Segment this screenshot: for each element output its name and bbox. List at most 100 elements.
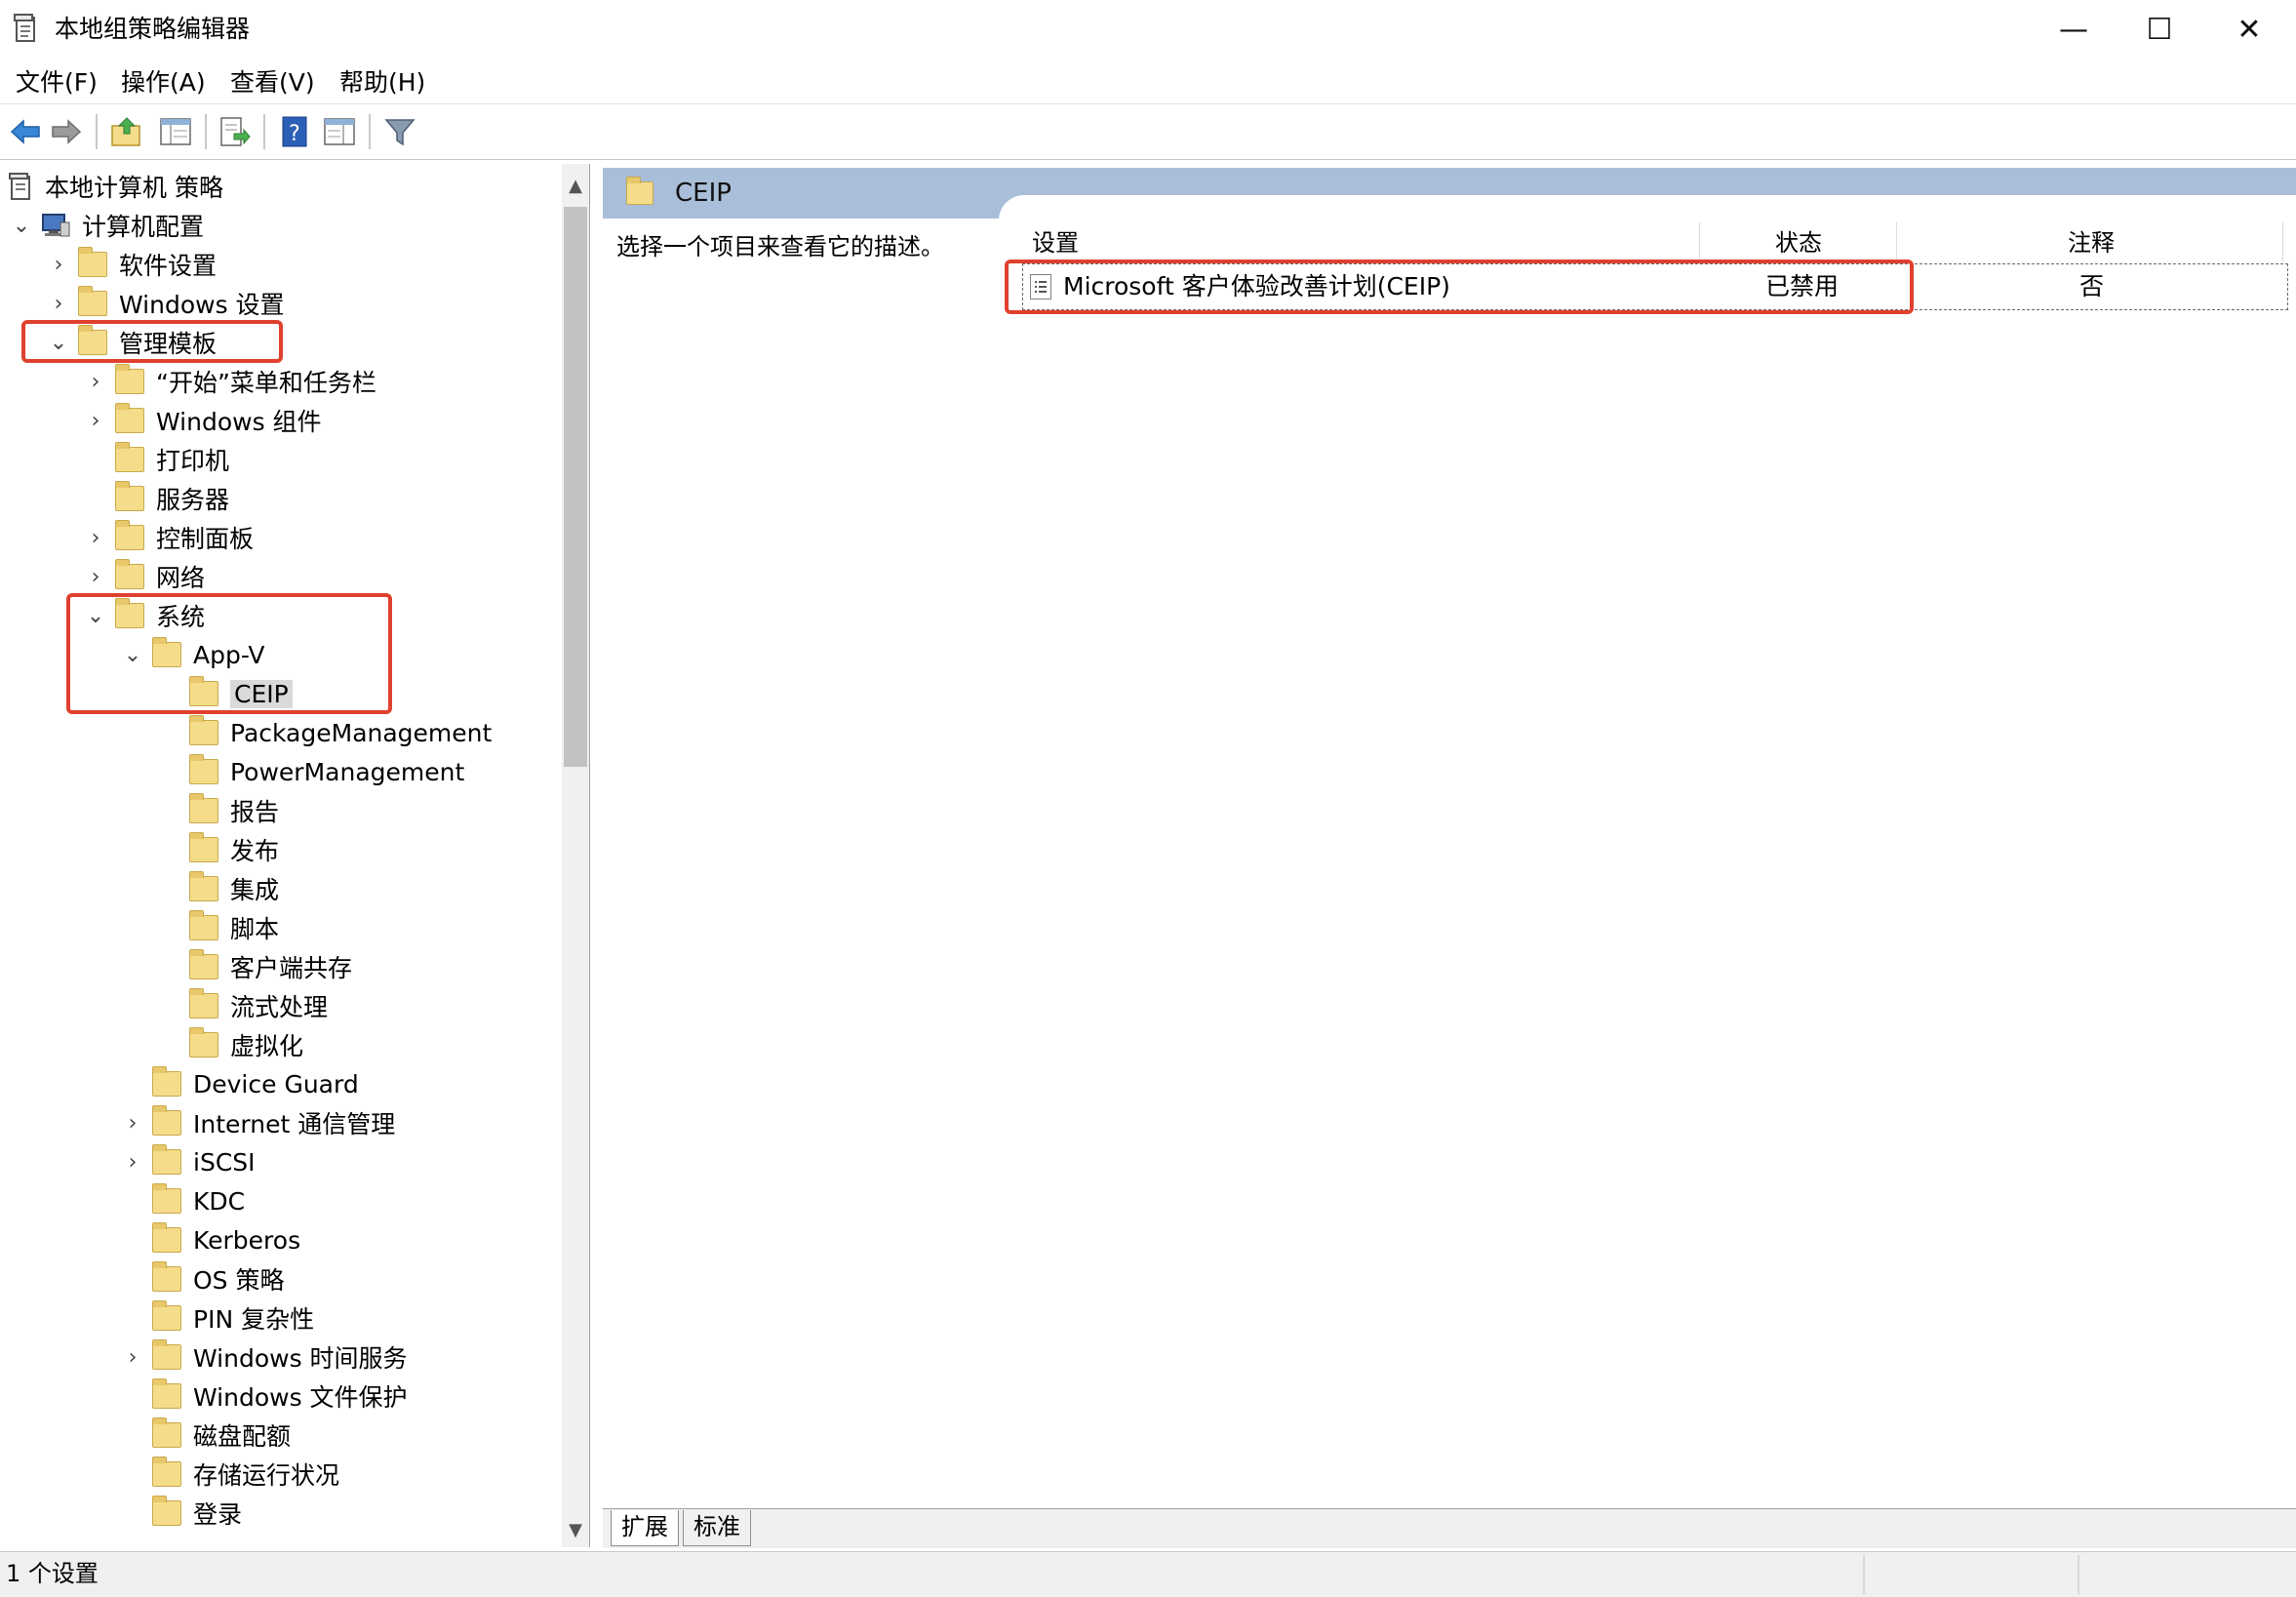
tree-item-iscsi[interactable]: › iSCSI	[119, 1142, 256, 1181]
tab-extended[interactable]: 扩展	[611, 1510, 679, 1546]
folder-icon	[189, 988, 218, 1018]
tree-item-printers[interactable]: 打印机	[82, 440, 229, 479]
folder-icon	[189, 793, 218, 823]
console-tree: 本地计算机 策略 ⌄ 计算机配置 › 软件设置 › Windows 设置 ⌄ 管…	[0, 164, 590, 1547]
chevron-right-icon[interactable]: ›	[119, 1142, 146, 1181]
tree-item-start-menu[interactable]: › “开始”菜单和任务栏	[82, 362, 376, 401]
folder-icon	[189, 832, 218, 862]
menu-action[interactable]: 操作(A)	[121, 66, 206, 100]
menu-file[interactable]: 文件(F)	[16, 66, 98, 100]
tree-item-internet-communication[interactable]: › Internet 通信管理	[119, 1103, 395, 1142]
tree-item-local-computer-policy[interactable]: 本地计算机 策略	[8, 167, 223, 206]
tree-item-storage-health[interactable]: 存储运行状况	[119, 1455, 339, 1494]
column-header-state[interactable]: 状态	[1775, 226, 1822, 260]
folder-icon	[152, 1183, 181, 1214]
tree-item-label: Windows 时间服务	[193, 1344, 408, 1373]
folder-icon	[152, 1417, 181, 1448]
tree-item-label: Windows 组件	[156, 408, 322, 436]
scroll-up-arrow-icon[interactable]: ▲	[562, 166, 589, 205]
tree-item-label: 发布	[230, 837, 280, 865]
folder-icon	[189, 871, 218, 901]
chevron-right-icon[interactable]: ›	[82, 557, 109, 596]
tree-item-publishing[interactable]: 发布	[156, 830, 279, 869]
policy-document-icon	[8, 172, 33, 201]
properties-icon[interactable]	[322, 114, 357, 149]
folder-icon	[152, 1339, 181, 1370]
scroll-down-arrow-icon[interactable]: ▼	[562, 1510, 589, 1549]
folder-icon	[115, 481, 144, 511]
tree-item-integration[interactable]: 集成	[156, 869, 279, 908]
details-header-title: CEIP	[675, 179, 732, 208]
forward-arrow-icon[interactable]	[49, 114, 84, 149]
folder-icon	[189, 1027, 218, 1058]
tree-item-windows-time-service[interactable]: › Windows 时间服务	[119, 1337, 408, 1377]
menu-help[interactable]: 帮助(H)	[339, 66, 425, 100]
tree-item-control-panel[interactable]: › 控制面板	[82, 518, 254, 557]
tree-item-virtualization[interactable]: 虚拟化	[156, 1025, 303, 1064]
close-button[interactable]: ✕	[2204, 0, 2294, 59]
tree-item-power-management[interactable]: PowerManagement	[156, 752, 464, 791]
tree-item-reporting[interactable]: 报告	[156, 791, 279, 830]
folder-icon	[152, 1496, 181, 1526]
up-folder-icon[interactable]	[109, 114, 144, 149]
folder-icon	[152, 1300, 181, 1331]
chevron-right-icon[interactable]: ›	[119, 1337, 146, 1377]
folder-icon	[189, 715, 218, 745]
column-header-comment[interactable]: 注释	[2068, 226, 2115, 260]
back-arrow-icon[interactable]	[8, 114, 43, 149]
tree-item-label: Windows 文件保护	[193, 1383, 408, 1412]
tree-item-windows-file-protection[interactable]: Windows 文件保护	[119, 1377, 408, 1416]
svg-text:?: ?	[289, 122, 300, 146]
tree-item-label: 软件设置	[119, 252, 218, 280]
menu-view[interactable]: 查看(V)	[230, 66, 315, 100]
tree-item-package-management[interactable]: PackageManagement	[156, 713, 492, 752]
folder-icon	[152, 1066, 181, 1097]
tree-item-label: “开始”菜单和任务栏	[156, 369, 376, 397]
tree-item-server[interactable]: 服务器	[82, 479, 229, 518]
tree-item-software-settings[interactable]: › 软件设置	[45, 245, 217, 284]
tree-item-computer-config[interactable]: ⌄ 计算机配置	[8, 206, 204, 245]
export-list-icon[interactable]	[217, 114, 252, 149]
maximize-button[interactable]: ☐	[2115, 0, 2204, 59]
chevron-down-icon[interactable]: ⌄	[8, 206, 35, 245]
chevron-right-icon[interactable]: ›	[119, 1103, 146, 1142]
tab-standard[interactable]: 标准	[683, 1510, 751, 1546]
tree-item-os-policy[interactable]: OS 策略	[119, 1259, 285, 1298]
annotation-box-ceip-setting	[1005, 260, 1914, 314]
computer-icon	[41, 213, 70, 238]
tree-item-device-guard[interactable]: Device Guard	[119, 1064, 359, 1103]
tree-item-client-coexistence[interactable]: 客户端共存	[156, 947, 352, 986]
tree-item-kdc[interactable]: KDC	[119, 1181, 245, 1220]
tree-item-network[interactable]: › 网络	[82, 557, 205, 596]
window-title: 本地组策略编辑器	[55, 15, 251, 43]
tree-item-label: 脚本	[230, 915, 280, 943]
folder-icon	[78, 247, 107, 277]
tree-item-label: Kerberos	[193, 1225, 301, 1255]
filter-icon[interactable]	[382, 114, 417, 149]
folder-icon	[189, 910, 218, 940]
tree-item-logon[interactable]: 登录	[119, 1494, 242, 1533]
status-text: 1 个设置	[6, 1560, 99, 1587]
tree-item-kerberos[interactable]: Kerberos	[119, 1220, 300, 1259]
folder-icon	[152, 1457, 181, 1487]
minimize-button[interactable]: —	[2029, 0, 2118, 59]
chevron-right-icon[interactable]: ›	[82, 401, 109, 440]
title-bar	[0, 0, 2296, 59]
chevron-right-icon[interactable]: ›	[82, 362, 109, 401]
show-hide-tree-icon[interactable]	[158, 114, 193, 149]
tree-item-streaming[interactable]: 流式处理	[156, 986, 328, 1025]
folder-icon	[189, 754, 218, 784]
chevron-right-icon[interactable]: ›	[45, 284, 72, 323]
tree-item-label: 流式处理	[230, 993, 329, 1021]
tree-scrollbar-thumb[interactable]	[564, 207, 587, 767]
chevron-right-icon[interactable]: ›	[82, 518, 109, 557]
help-icon[interactable]: ?	[277, 114, 312, 149]
chevron-right-icon[interactable]: ›	[45, 245, 72, 284]
tree-item-windows-settings[interactable]: › Windows 设置	[45, 284, 285, 323]
tree-item-pin-complexity[interactable]: PIN 复杂性	[119, 1298, 314, 1337]
tree-item-windows-components[interactable]: › Windows 组件	[82, 401, 322, 440]
tree-item-disk-quota[interactable]: 磁盘配额	[119, 1416, 291, 1455]
tree-item-label: 虚拟化	[230, 1032, 304, 1060]
column-header-setting[interactable]: 设置	[1032, 226, 1079, 260]
tree-item-scripts[interactable]: 脚本	[156, 908, 279, 947]
